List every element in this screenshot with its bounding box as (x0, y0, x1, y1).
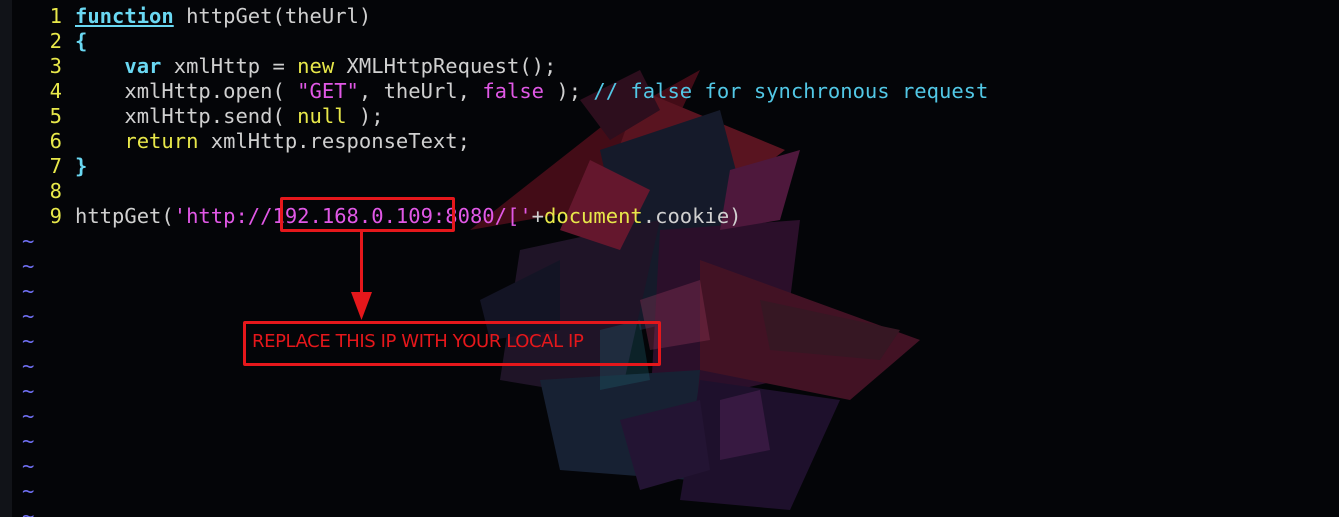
line-number: 9 (49, 204, 62, 228)
code-token: XMLHttpRequest(); (334, 54, 557, 78)
tilde-marker: ~ (22, 479, 35, 503)
replace-ip-note: REPLACE THIS IP WITH YOUR LOCAL IP (243, 321, 661, 366)
line-number: 8 (49, 179, 62, 203)
tilde-marker: ~ (22, 454, 35, 478)
code-text[interactable]: } (75, 154, 87, 179)
tilde-marker: ~ (22, 254, 35, 278)
code-token: } (75, 154, 88, 178)
line-number: 7 (49, 154, 62, 178)
code-token: ); (544, 79, 594, 103)
terminal-window: 1 function httpGet(theUrl) 2 {3 var xmlHttp… (0, 0, 1339, 517)
line-number: 2 (49, 29, 62, 53)
code-token: xmlHttp.open( (75, 79, 298, 103)
code-text[interactable]: function httpGet(theUrl) (75, 4, 371, 29)
code-token: function (75, 4, 174, 28)
tilde-marker: ~ (22, 279, 35, 303)
code-token: // false for synchronous request (593, 79, 989, 103)
code-token: .cookie) (642, 204, 742, 228)
code-token: { (75, 29, 88, 53)
tilde-marker: ~ (22, 504, 35, 517)
tilde-marker: ~ (22, 304, 35, 328)
code-text[interactable]: var xmlHttp = new XMLHttpRequest(); (75, 54, 556, 79)
code-token: xmlHttp = (161, 54, 298, 78)
code-token: var (124, 54, 162, 78)
code-text[interactable]: return xmlHttp.responseText; (75, 129, 470, 154)
code-token: ); (346, 104, 384, 128)
code-text[interactable]: xmlHttp.open( "GET", theUrl, false ); //… (75, 79, 988, 104)
line-number: 4 (49, 79, 62, 103)
replace-ip-note-text: REPLACE THIS IP WITH YOUR LOCAL IP (252, 331, 584, 352)
code-token: new (297, 54, 335, 78)
code-token: "GET" (297, 79, 359, 103)
code-token: httpGet(theUrl) (173, 4, 372, 28)
tilde-marker: ~ (22, 229, 35, 253)
code-token: xmlHttp.send( (75, 104, 298, 128)
tilde-marker: ~ (22, 379, 35, 403)
code-token: , theUrl, (358, 79, 483, 103)
code-text[interactable]: xmlHttp.send( null ); (75, 104, 384, 129)
down-arrow-icon (351, 232, 372, 320)
code-token: xmlHttp.responseText; (198, 129, 470, 153)
line-number: 3 (49, 54, 62, 78)
code-token: + (531, 204, 545, 228)
code-token: false (482, 79, 545, 103)
tilde-marker: ~ (22, 354, 35, 378)
code-token: null (297, 104, 347, 128)
ip-highlight-box (280, 197, 455, 232)
line-number: 5 (49, 104, 62, 128)
code-token: document (544, 204, 643, 228)
code-token: return (124, 129, 199, 153)
line-number: 6 (49, 129, 62, 153)
tilde-marker: ~ (22, 329, 35, 353)
code-token: httpGet( (75, 204, 174, 228)
code-text[interactable]: { (75, 29, 87, 54)
window-left-edge (0, 0, 12, 517)
line-number: 1 (49, 4, 62, 28)
tilde-marker: ~ (22, 429, 35, 453)
tilde-marker: ~ (22, 404, 35, 428)
